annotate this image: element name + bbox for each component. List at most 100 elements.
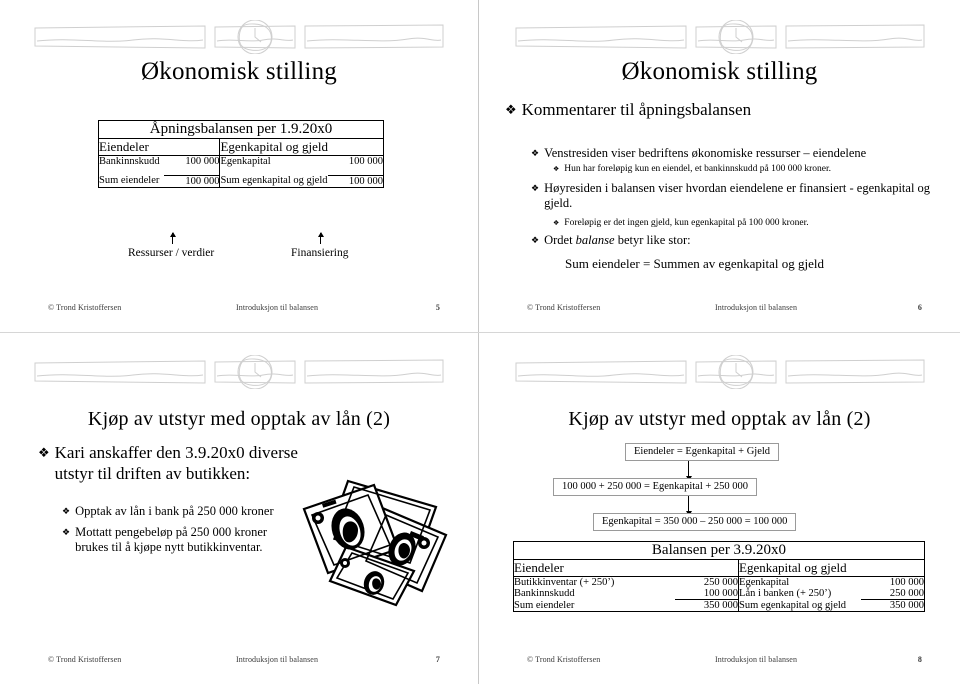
footer-slide-number: 8 — [917, 655, 922, 664]
sum-label-left: Sum eiendeler — [99, 175, 160, 187]
bullet-item-1-text: Venstresiden viser bedriftens økonomiske… — [544, 146, 867, 160]
table-header-row: Eiendeler Egenkapital og gjeld — [98, 138, 384, 156]
table-row: Bankinnskudd 100 000 Lån i banken (+ 250… — [514, 588, 925, 600]
row-value-right: 100 000 — [348, 156, 383, 167]
bullet-item-3-post: betyr like stor: — [614, 233, 691, 247]
flow-arrow-2-icon — [685, 496, 692, 516]
bullet-item-3: ❖ Ordet balanse betyr like stor: — [531, 233, 931, 248]
table-header-equity: Egenkapital og gjeld — [219, 138, 384, 156]
bullet-lead: ❖ Kari anskaffer den 3.9.20x0 diverse ut… — [38, 443, 328, 484]
table-caption-row: Åpningsbalansen per 1.9.20x0 — [98, 120, 384, 139]
bullet-heading-text: Kommentarer til åpningsbalansen — [521, 100, 752, 119]
sum-label-left: Sum eiendeler — [514, 599, 575, 611]
table-caption-row: Balansen per 3.9.20x0 — [513, 541, 925, 560]
pencil-banner-graphic — [514, 19, 926, 55]
row-label-right: Egenkapital — [219, 155, 328, 167]
bullet-item-3-pre: Ordet — [544, 233, 576, 247]
table-caption: Åpningsbalansen per 1.9.20x0 — [98, 120, 384, 139]
pencil-banner-graphic — [33, 354, 445, 390]
footer-copyright: © Trond Kristoffersen — [527, 303, 601, 312]
balance-equation: Sum eiendeler = Summen av egenkapital og… — [565, 256, 824, 271]
bullet-sub-2-line-1: Mottatt pengebeløp på 250 000 kroner — [75, 525, 268, 539]
slide-title: Økonomisk stilling — [141, 58, 337, 85]
slide-footer: © Trond Kristoffersen Introduksjon til b… — [527, 655, 922, 664]
footer-subject: Introduksjon til balansen — [236, 303, 319, 312]
bullet-diamond-icon: ❖ — [531, 183, 540, 193]
table-caption: Balansen per 3.9.20x0 — [513, 541, 925, 560]
table-row: Butikkinventar (+ 250’) 250 000 Egenkapi… — [514, 576, 925, 588]
bullet-sub-2-text: Mottatt pengebeløp på 250 000 kroner bru… — [75, 525, 322, 556]
row-label-left: Bankinnskudd — [514, 588, 575, 600]
footer-copyright: © Trond Kristoffersen — [48, 303, 122, 312]
annotation-resources: Ressurser / verdier — [128, 247, 215, 259]
bullet-item-1-sub-text: Hun har foreløpig kun en eiendel, et ban… — [564, 164, 832, 174]
table-header-row: Eiendeler Egenkapital og gjeld — [513, 559, 925, 577]
money-bills-image — [286, 473, 451, 613]
bullet-item-2-sub-text: Foreløpig er det ingen gjeld, kun egenka… — [564, 218, 809, 228]
table-spacer-row — [99, 167, 384, 175]
bullet-sub-1: ❖ Opptak av lån i bank på 250 000 kroner — [62, 504, 322, 519]
flow-box-3: Egenkapital = 350 000 – 250 000 = 100 00… — [593, 513, 797, 531]
table-header-assets: Eiendeler — [513, 559, 739, 577]
balance-table: Balansen per 3.9.20x0 Eiendeler Egenkapi… — [513, 541, 925, 612]
footer-subject: Introduksjon til balansen — [236, 655, 319, 664]
arrow-up-financing-icon — [317, 232, 324, 244]
row-label-right: Egenkapital — [738, 576, 861, 588]
bullet-diamond-icon: ❖ — [531, 235, 540, 245]
bullet-sub-2: ❖ Mottatt pengebeløp på 250 000 kroner b… — [62, 525, 322, 556]
sum-value-right: 350 000 — [860, 599, 925, 612]
row-value-left: 100 000 — [185, 156, 220, 167]
row-label-left: Bankinnskudd — [99, 156, 160, 167]
table-sum-row: Sum eiendeler 350 000 Sum egenkapital og… — [514, 599, 925, 612]
bullet-lead-line-1: Kari anskaffer den 3.9.20x0 diverse — [54, 443, 298, 462]
bullet-item-1: ❖ Venstresiden viser bedriftens økonomis… — [531, 146, 946, 161]
footer-slide-number: 5 — [435, 303, 440, 312]
bullet-item-2-sub: ❖ Foreløpig er det ingen gjeld, kun egen… — [553, 218, 953, 230]
pencil-banner-graphic — [33, 19, 445, 55]
bullet-item-2: ❖ Høyresiden i balansen viser hvordan ei… — [531, 181, 931, 212]
sum-value-left: 100 000 — [163, 174, 220, 187]
slide-footer: © Trond Kristoffersen Introduksjon til b… — [48, 303, 440, 312]
annotation-financing: Finansiering — [291, 247, 349, 259]
table-header-equity: Egenkapital og gjeld — [738, 559, 925, 577]
slide-footer: © Trond Kristoffersen Introduksjon til b… — [48, 655, 440, 664]
bullet-diamond-icon: ❖ — [505, 102, 517, 117]
row-label-left: Butikkinventar (+ 250’) — [514, 577, 615, 588]
footer-slide-number: 7 — [435, 655, 440, 664]
slide-6: Økonomisk stilling ❖ Kommentarer til åpn… — [479, 0, 960, 332]
bullet-item-3-emphasis: balanse — [575, 233, 615, 247]
bullet-diamond-icon: ❖ — [62, 527, 71, 537]
row-value-right: 250 000 — [889, 588, 924, 599]
flow-arrow-1-icon — [685, 461, 692, 481]
sum-value-right: 100 000 — [327, 174, 384, 187]
slide-title: Kjøp av utstyr med opptak av lån (2) — [568, 408, 871, 430]
slide-footer: © Trond Kristoffersen Introduksjon til b… — [527, 303, 922, 312]
row-label-right: Lån i banken (+ 250’) — [738, 588, 861, 600]
flow-box-2: 100 000 + 250 000 = Egenkapital + 250 00… — [553, 478, 758, 496]
table-row: Bankinnskudd 100 000 Egenkapital 100 000 — [99, 155, 384, 167]
bullet-diamond-icon: ❖ — [553, 219, 560, 227]
footer-copyright: © Trond Kristoffersen — [527, 655, 601, 664]
slide-8: Kjøp av utstyr med opptak av lån (2) Eie… — [479, 333, 960, 684]
row-value-left: 250 000 — [703, 577, 739, 588]
bullet-item-2-text: Høyresiden i balansen viser hvordan eien… — [544, 181, 931, 211]
bullet-sub-2-line-2: brukes til å kjøpe nytt butikkinventar. — [75, 540, 263, 555]
slide-7: Kjøp av utstyr med opptak av lån (2) ❖ K… — [0, 333, 478, 684]
bullet-item-3-text: Ordet balanse betyr like stor: — [544, 233, 931, 248]
slide-title: Kjøp av utstyr med opptak av lån (2) — [87, 408, 391, 430]
bullet-diamond-icon: ❖ — [531, 148, 540, 158]
bullet-diamond-icon: ❖ — [38, 445, 50, 460]
arrow-up-resources-icon — [169, 232, 176, 244]
row-value-left: 100 000 — [703, 588, 739, 599]
footer-subject: Introduksjon til balansen — [715, 303, 798, 312]
balance-table: Åpningsbalansen per 1.9.20x0 Eiendeler E… — [98, 120, 384, 188]
table-sum-row: Sum eiendeler 100 000 Sum egenkapital og… — [99, 174, 384, 187]
flow-box-1: Eiendeler = Egenkapital + Gjeld — [625, 443, 780, 461]
row-value-right: 100 000 — [889, 577, 924, 588]
table-header-assets: Eiendeler — [98, 138, 220, 156]
pencil-banner-graphic — [514, 354, 926, 390]
footer-slide-number: 6 — [917, 303, 922, 312]
sum-label-right: Sum egenkapital og gjeld — [219, 175, 328, 187]
slide-5: Økonomisk stilling Åpningsbalansen per 1… — [0, 0, 478, 332]
footer-subject: Introduksjon til balansen — [715, 655, 798, 664]
